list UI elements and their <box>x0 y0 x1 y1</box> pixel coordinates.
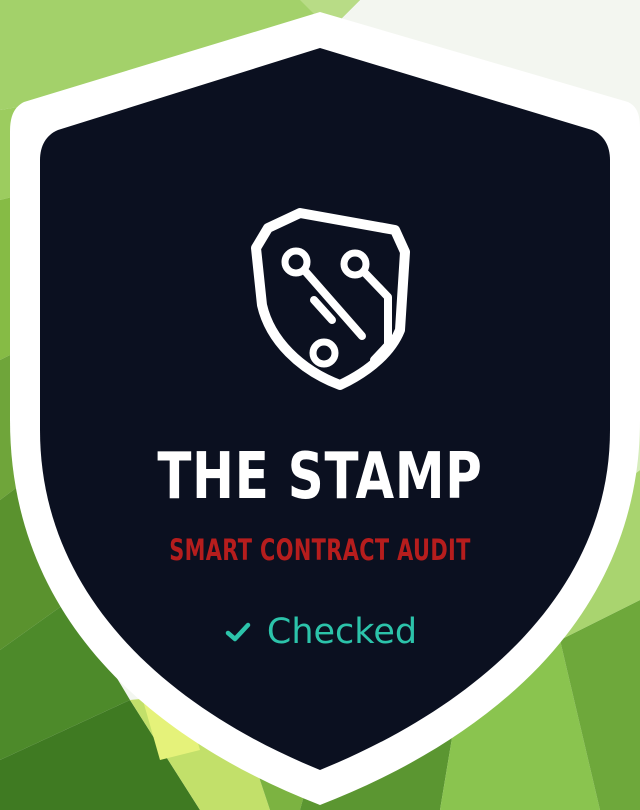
badge-title: THE STAMP <box>157 440 483 514</box>
check-icon <box>225 622 251 642</box>
badge-subtitle: SMART CONTRACT AUDIT <box>169 533 471 567</box>
status-label: Checked <box>266 612 418 652</box>
badge-scene <box>0 0 640 810</box>
status-row: Checked <box>0 612 640 652</box>
